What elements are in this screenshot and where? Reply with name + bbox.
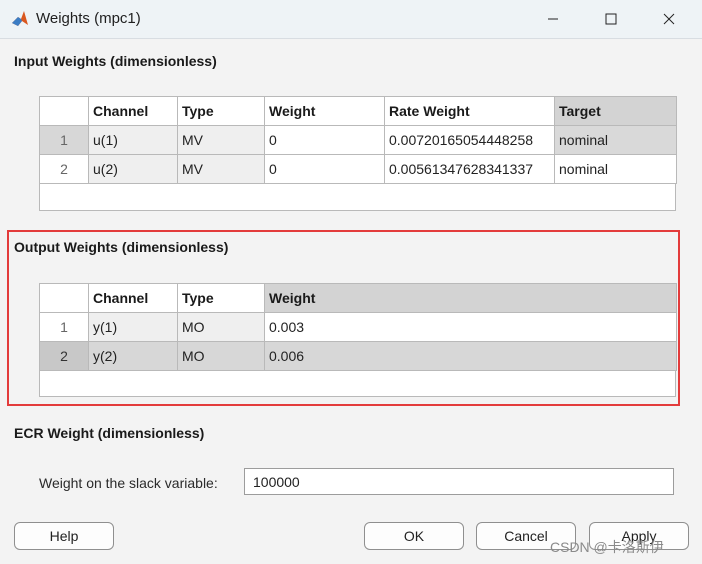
weight-cell[interactable]: 0 bbox=[264, 154, 385, 184]
ecr-weight-title: ECR Weight (dimensionless) bbox=[14, 425, 205, 441]
rate-weight-cell[interactable]: 0.00561347628341337 bbox=[384, 154, 555, 184]
title-bar: Weights (mpc1) bbox=[0, 0, 702, 39]
matlab-icon bbox=[12, 11, 28, 26]
row-number[interactable]: 2 bbox=[39, 341, 89, 371]
close-button[interactable] bbox=[646, 0, 692, 38]
type-cell[interactable]: MV bbox=[177, 154, 265, 184]
table-row[interactable]: 1 y(1) MO 0.003 bbox=[39, 312, 677, 342]
column-header-type[interactable]: Type bbox=[177, 283, 265, 313]
row-number[interactable]: 2 bbox=[39, 154, 89, 184]
table-row[interactable]: 1 u(1) MV 0 0.00720165054448258 nominal bbox=[39, 125, 677, 155]
target-cell[interactable]: nominal bbox=[554, 125, 677, 155]
column-header-weight[interactable]: Weight bbox=[264, 283, 677, 313]
maximize-icon bbox=[605, 13, 617, 25]
close-icon bbox=[663, 13, 675, 25]
column-header-rate-weight[interactable]: Rate Weight bbox=[384, 96, 555, 126]
watermark: CSDN @卡洛斯伊 bbox=[550, 539, 664, 555]
help-button[interactable]: Help bbox=[14, 522, 114, 550]
minimize-icon bbox=[548, 18, 558, 20]
column-header-target[interactable]: Target bbox=[554, 96, 677, 126]
weight-cell[interactable]: 0.006 bbox=[264, 341, 677, 371]
table-header-row: Channel Type Weight bbox=[39, 283, 677, 313]
maximize-button[interactable] bbox=[588, 0, 634, 38]
weight-cell[interactable]: 0 bbox=[264, 125, 385, 155]
column-header-weight[interactable]: Weight bbox=[264, 96, 385, 126]
target-cell[interactable]: nominal bbox=[554, 154, 677, 184]
column-header-channel[interactable]: Channel bbox=[88, 96, 178, 126]
slack-variable-label: Weight on the slack variable: bbox=[39, 475, 218, 491]
type-cell[interactable]: MO bbox=[177, 312, 265, 342]
row-number[interactable]: 1 bbox=[39, 125, 89, 155]
input-weights-table: Channel Type Weight Rate Weight Target 1… bbox=[39, 96, 677, 184]
type-cell[interactable]: MO bbox=[177, 341, 265, 371]
channel-cell[interactable]: u(2) bbox=[88, 154, 178, 184]
type-cell[interactable]: MV bbox=[177, 125, 265, 155]
input-weights-title: Input Weights (dimensionless) bbox=[14, 53, 217, 69]
output-weights-table: Channel Type Weight 1 y(1) MO 0.003 2 y(… bbox=[39, 283, 677, 371]
channel-cell[interactable]: y(1) bbox=[88, 312, 178, 342]
output-weights-title: Output Weights (dimensionless) bbox=[14, 239, 229, 255]
column-header-channel[interactable]: Channel bbox=[88, 283, 178, 313]
channel-cell[interactable]: u(1) bbox=[88, 125, 178, 155]
column-header-type[interactable]: Type bbox=[177, 96, 265, 126]
minimize-button[interactable] bbox=[530, 0, 576, 38]
rate-weight-cell[interactable]: 0.00720165054448258 bbox=[384, 125, 555, 155]
row-number[interactable]: 1 bbox=[39, 312, 89, 342]
row-number-header bbox=[39, 96, 89, 126]
row-number-header bbox=[39, 283, 89, 313]
table-row[interactable]: 2 u(2) MV 0 0.00561347628341337 nominal bbox=[39, 154, 677, 184]
table-header-row: Channel Type Weight Rate Weight Target bbox=[39, 96, 677, 126]
ok-button[interactable]: OK bbox=[364, 522, 464, 550]
channel-cell[interactable]: y(2) bbox=[88, 341, 178, 371]
weight-cell[interactable]: 0.003 bbox=[264, 312, 677, 342]
table-row[interactable]: 2 y(2) MO 0.006 bbox=[39, 341, 677, 371]
slack-variable-input[interactable]: 100000 bbox=[244, 468, 674, 495]
window-title: Weights (mpc1) bbox=[36, 10, 141, 27]
